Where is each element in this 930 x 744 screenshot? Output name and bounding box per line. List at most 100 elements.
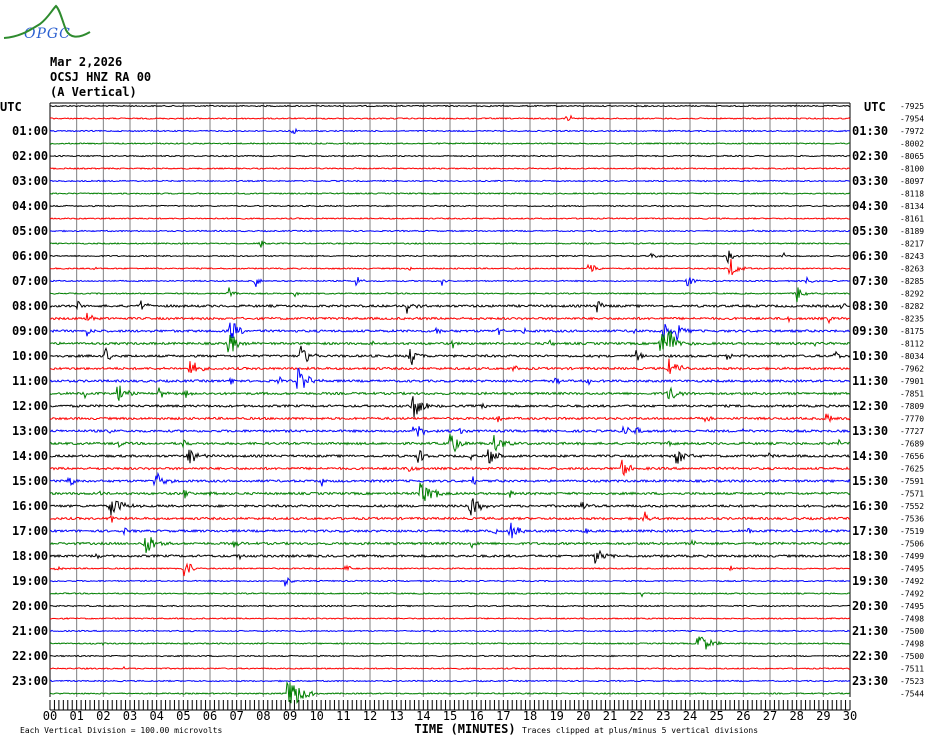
x-tick-label: 09 xyxy=(283,709,297,723)
left-time-label: 03:00 xyxy=(12,174,48,188)
x-tick-label: 15 xyxy=(443,709,457,723)
left-time-label: 17:00 xyxy=(12,524,48,538)
right-time-label: 07:30 xyxy=(852,274,888,288)
row-offset-label: -8097 xyxy=(900,177,924,186)
x-tick-label: 07 xyxy=(229,709,243,723)
x-tick-label: 27 xyxy=(763,709,777,723)
left-time-label: 19:00 xyxy=(12,574,48,588)
left-time-label: 09:00 xyxy=(12,324,48,338)
x-tick-label: 04 xyxy=(149,709,163,723)
row-offset-label: -7591 xyxy=(900,477,924,486)
row-offset-label: -7851 xyxy=(900,390,924,399)
x-tick-label: 08 xyxy=(256,709,270,723)
row-offset-label: -8134 xyxy=(900,202,924,211)
row-offset-label: -7511 xyxy=(900,665,924,674)
row-offset-label: -7625 xyxy=(900,465,924,474)
x-tick-label: 06 xyxy=(203,709,217,723)
left-time-label: 23:00 xyxy=(12,674,48,688)
row-offset-label: -7656 xyxy=(900,452,924,461)
right-time-label: 13:30 xyxy=(852,424,888,438)
x-tick-label: 01 xyxy=(69,709,83,723)
left-utc-header: UTC xyxy=(0,100,22,114)
right-time-label: 21:30 xyxy=(852,624,888,638)
x-tick-label: 28 xyxy=(789,709,803,723)
row-offset-label: -7500 xyxy=(900,652,924,661)
left-time-label: 22:00 xyxy=(12,649,48,663)
row-offset-label: -7544 xyxy=(900,690,924,699)
right-time-label: 03:30 xyxy=(852,174,888,188)
x-tick-label: 22 xyxy=(629,709,643,723)
right-time-label: 22:30 xyxy=(852,649,888,663)
left-time-label: 11:00 xyxy=(12,374,48,388)
left-time-label: 05:00 xyxy=(12,224,48,238)
right-time-label: 05:30 xyxy=(852,224,888,238)
left-time-label: 14:00 xyxy=(12,449,48,463)
left-time-label: 02:00 xyxy=(12,149,48,163)
row-offset-label: -7495 xyxy=(900,565,924,574)
row-offset-label: -8217 xyxy=(900,240,924,249)
left-time-label: 18:00 xyxy=(12,549,48,563)
x-tick-label: 19 xyxy=(549,709,563,723)
trace-row xyxy=(49,167,851,170)
x-tick-label: 17 xyxy=(496,709,510,723)
right-time-label: 02:30 xyxy=(852,149,888,163)
row-offset-label: -7506 xyxy=(900,540,924,549)
row-offset-label: -8292 xyxy=(900,290,924,299)
left-time-label: 16:00 xyxy=(12,499,48,513)
row-offset-label: -8161 xyxy=(900,215,924,224)
right-time-label: 08:30 xyxy=(852,299,888,313)
x-tick-label: 26 xyxy=(736,709,750,723)
row-offset-label: -8002 xyxy=(900,140,924,149)
left-time-label: 07:00 xyxy=(12,274,48,288)
x-tick-label: 18 xyxy=(523,709,537,723)
row-offset-label: -7962 xyxy=(900,365,924,374)
row-offset-label: -7499 xyxy=(900,552,924,561)
row-offset-label: -7498 xyxy=(900,615,924,624)
row-offset-label: -7492 xyxy=(900,590,924,599)
left-time-label: 15:00 xyxy=(12,474,48,488)
row-offset-label: -8285 xyxy=(900,277,924,286)
right-time-label: 20:30 xyxy=(852,599,888,613)
logo-curve-icon xyxy=(3,4,91,39)
right-time-label: 19:30 xyxy=(852,574,888,588)
row-offset-label: -7972 xyxy=(900,127,924,136)
row-offset-label: -7536 xyxy=(900,515,924,524)
x-tick-label: 00 xyxy=(43,709,57,723)
x-tick-label: 10 xyxy=(309,709,323,723)
left-time-label: 10:00 xyxy=(12,349,48,363)
left-time-label: 04:00 xyxy=(12,199,48,213)
row-offset-label: -8282 xyxy=(900,302,924,311)
row-offset-label: -7500 xyxy=(900,627,924,636)
row-offset-label: -8243 xyxy=(900,252,924,261)
row-offset-label: -8175 xyxy=(900,327,924,336)
x-tick-label: 12 xyxy=(363,709,377,723)
right-time-label: 04:30 xyxy=(852,199,888,213)
right-time-label: 17:30 xyxy=(852,524,888,538)
right-time-label: 18:30 xyxy=(852,549,888,563)
x-tick-label: 14 xyxy=(416,709,430,723)
right-time-label: 12:30 xyxy=(852,399,888,413)
row-offset-label: -7519 xyxy=(900,527,924,536)
x-tick-label: 20 xyxy=(576,709,590,723)
x-tick-label: 13 xyxy=(389,709,403,723)
x-tick-label: 21 xyxy=(603,709,617,723)
x-tick-label: 16 xyxy=(469,709,483,723)
row-offset-label: -7901 xyxy=(900,377,924,386)
x-tick-label: 05 xyxy=(176,709,190,723)
x-axis-title: TIME (MINUTES) xyxy=(414,722,515,736)
row-offset-label: -8235 xyxy=(900,315,924,324)
row-offset-label: -7523 xyxy=(900,677,924,686)
row-offset-label: -7727 xyxy=(900,427,924,436)
x-tick-label: 11 xyxy=(336,709,350,723)
row-offset-label: -7495 xyxy=(900,602,924,611)
right-time-label: 14:30 xyxy=(852,449,888,463)
row-offset-label: -7689 xyxy=(900,440,924,449)
right-time-label: 11:30 xyxy=(852,374,888,388)
row-offset-label: -8263 xyxy=(900,265,924,274)
row-offset-label: -8189 xyxy=(900,227,924,236)
row-offset-label: -7809 xyxy=(900,402,924,411)
helicorder-chart: -7925 -7954 -7972 -8002 -8065 -8100 -8097 -8118… xyxy=(0,4,924,736)
row-offset-label: -7492 xyxy=(900,577,924,586)
right-time-label: 16:30 xyxy=(852,499,888,513)
left-time-label: 08:00 xyxy=(12,299,48,313)
